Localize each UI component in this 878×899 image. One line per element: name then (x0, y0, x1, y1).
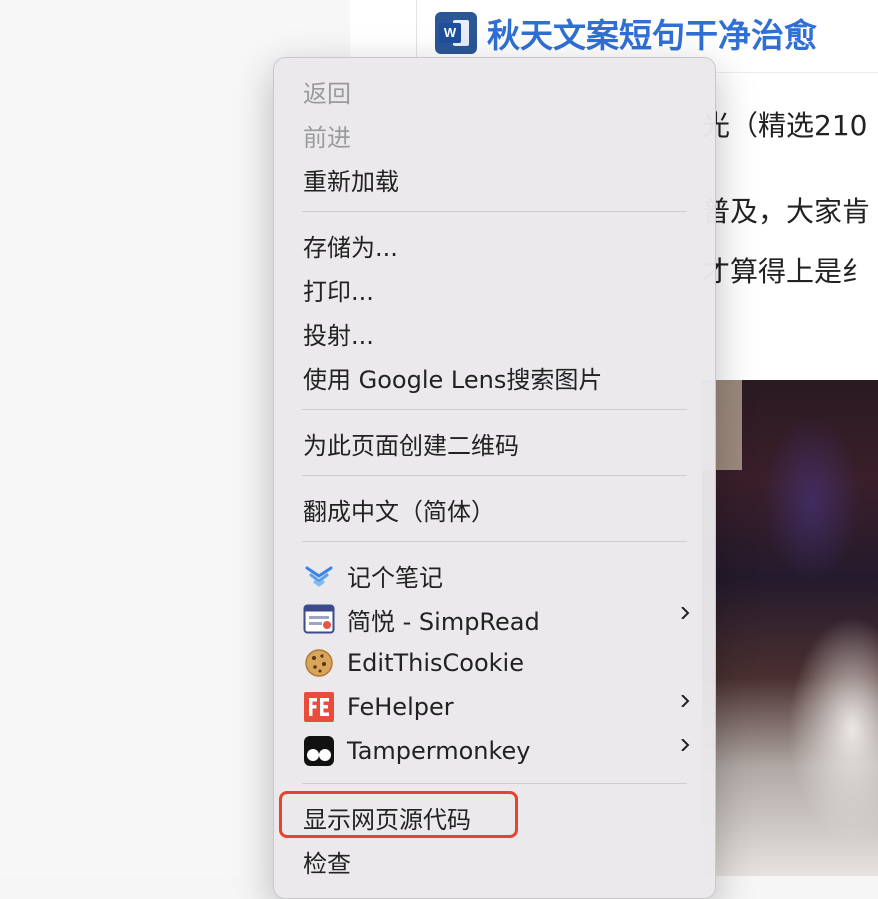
fehelper-icon (303, 691, 335, 723)
context-menu: 返回 前进 重新加载 存储为... 打印... 投射... 使用 Google … (273, 57, 716, 899)
menu-item-extension-editthiscookie[interactable]: EditThisCookie (303, 643, 693, 683)
menu-item-forward[interactable]: 前进 (303, 115, 693, 155)
page-divider (416, 0, 417, 60)
menu-item-view-source[interactable]: 显示网页源代码 (303, 797, 693, 837)
menu-separator (302, 409, 687, 410)
menu-item-extension-tampermonkey[interactable]: Tampermonkey (303, 731, 693, 771)
chevron-right-icon (681, 739, 690, 751)
menu-item-cast[interactable]: 投射... (303, 313, 693, 353)
note-icon (303, 559, 335, 591)
menu-separator (302, 783, 687, 784)
doc-icon-letter: W (439, 23, 461, 43)
menu-item-back[interactable]: 返回 (303, 71, 693, 111)
tampermonkey-icon (303, 735, 335, 767)
page-title[interactable]: 秋天文案短句干净治愈 (487, 9, 817, 57)
menu-item-extension-fehelper[interactable]: FeHelper (303, 687, 693, 727)
menu-item-google-lens[interactable]: 使用 Google Lens搜索图片 (303, 357, 693, 397)
menu-item-qr-code[interactable]: 为此页面创建二维码 (303, 423, 693, 463)
menu-item-label: FeHelper (347, 693, 454, 721)
menu-item-reload[interactable]: 重新加载 (303, 159, 693, 199)
menu-item-label: 简悦 - SimpRead (347, 607, 540, 636)
body-text-line-2: 普及，大家肯 (702, 195, 871, 228)
chevron-right-icon (681, 695, 690, 707)
menu-item-label: Tampermonkey (347, 737, 531, 765)
cookie-icon (303, 647, 335, 679)
body-text-line-3: 才算得上是纟 (702, 255, 871, 288)
menu-separator (302, 211, 687, 212)
menu-item-label: 记个笔记 (347, 563, 443, 592)
page-photo (702, 380, 878, 876)
simpread-icon (303, 603, 335, 635)
menu-item-extension-simpread[interactable]: 简悦 - SimpRead (303, 599, 693, 639)
menu-item-translate[interactable]: 翻成中文（简体） (303, 489, 693, 529)
menu-item-label: EditThisCookie (347, 649, 524, 677)
menu-item-inspect[interactable]: 检查 (303, 841, 693, 881)
menu-item-print[interactable]: 打印... (303, 269, 693, 309)
word-document-icon: W (435, 12, 477, 54)
page-header: W 秋天文案短句干净治愈 (435, 8, 817, 58)
chevron-right-icon (681, 607, 690, 619)
body-text-line-1: 光（精选210 (702, 109, 868, 142)
menu-separator (302, 541, 687, 542)
menu-separator (302, 475, 687, 476)
menu-item-save-as[interactable]: 存储为... (303, 225, 693, 265)
menu-item-extension-note[interactable]: 记个笔记 (303, 555, 693, 595)
